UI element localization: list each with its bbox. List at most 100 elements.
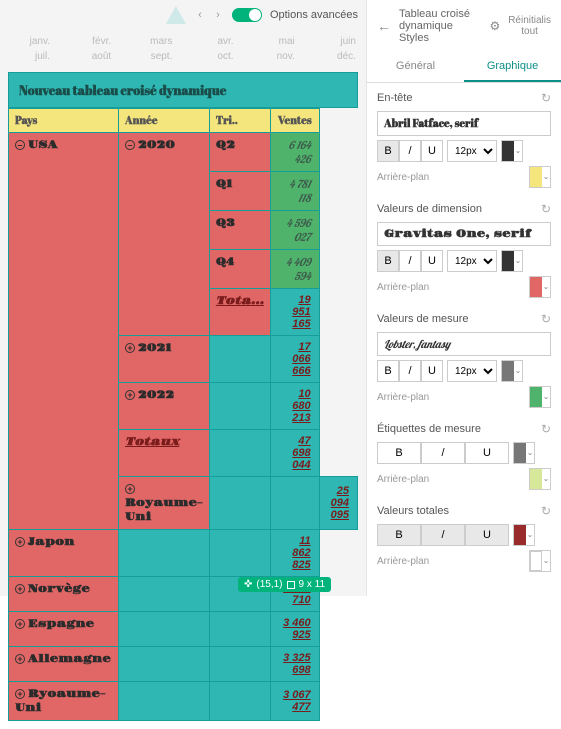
text-color-swatch[interactable]: ⌄ [501,250,523,272]
dim-q[interactable]: Q2 [209,133,270,172]
italic-button[interactable]: / [421,442,465,464]
font-select[interactable]: Lobster, fantasy [377,332,551,356]
pivot-title: Nouveau tableau croisé dynamique [8,72,358,108]
month[interactable]: déc. [316,51,356,62]
bold-button[interactable]: B [377,250,399,272]
font-select[interactable]: Gravitas One, serif [377,222,551,246]
year-total: 19 951 165 [270,289,319,336]
section-measure-labels-style: Étiquettes de mesure↻ B/U ⌄ Arrière-plan… [377,422,551,490]
italic-button[interactable]: / [399,140,421,162]
month[interactable]: nov. [255,51,295,62]
expand-icon[interactable]: + [15,689,25,699]
month[interactable]: févr. [71,36,111,47]
dim-q[interactable]: Q1 [209,172,270,211]
section-totals-style: Valeurs totales↻ B/U ⌄ Arrière-plan⌄ [377,504,551,572]
reset-icon[interactable]: ↻ [541,504,551,518]
reset-icon[interactable]: ↻ [541,202,551,216]
panel-title: Tableau croisé dynamique Styles [399,8,481,44]
bg-color-swatch[interactable]: ⌄ [529,468,551,490]
prev-icon[interactable]: ‹ [194,9,206,21]
col-country[interactable]: Pays [9,109,119,133]
month[interactable]: avr. [194,36,234,47]
text-color-swatch[interactable]: ⌄ [513,524,535,546]
underline-button[interactable]: U [465,442,509,464]
dim-country[interactable]: +Allemagne [9,647,119,682]
dim-country[interactable]: +Ryoaume-Uni [9,682,119,721]
underline-button[interactable]: U [421,250,443,272]
month[interactable]: sept. [132,51,172,62]
bg-color-swatch[interactable]: ⌄ [529,550,551,572]
bold-button[interactable]: B [377,360,399,382]
bold-button[interactable]: B [377,442,421,464]
month[interactable]: juin [316,36,356,47]
panel-tabs: Général Graphique [367,52,561,83]
chart-type-icon[interactable] [166,6,186,24]
italic-button[interactable]: / [421,524,465,546]
biu-group: B / U [377,140,443,162]
collapse-icon[interactable]: – [125,140,135,150]
dim-q[interactable]: Q3 [209,211,270,250]
section-header-style: En-tête↻ Abril Fatface, serif B / U 12px… [377,91,551,188]
font-size-select[interactable]: 12px [447,360,497,382]
month[interactable]: mars [132,36,172,47]
text-color-swatch[interactable]: ⌄ [501,140,523,162]
month[interactable]: août [71,51,111,62]
bold-button[interactable]: B [377,140,399,162]
reset-icon[interactable]: ↻ [541,312,551,326]
month[interactable]: oct. [194,51,234,62]
reset-icon[interactable]: ↻ [541,422,551,436]
month[interactable]: janv. [10,36,50,47]
dim-year[interactable]: +2022 [119,383,210,430]
reset-all-button[interactable]: Réinitialistout [508,15,551,37]
expand-icon[interactable]: + [125,343,135,353]
underline-button[interactable]: U [421,360,443,382]
advanced-label: Options avancées [270,9,358,21]
tab-general[interactable]: Général [367,52,464,82]
dim-country[interactable]: +Royaume-Uni [119,477,210,530]
underline-button[interactable]: U [421,140,443,162]
pivot-table[interactable]: Pays Année Tri.. Ventes –USA –2020 Q2 6 … [8,108,358,721]
text-color-swatch[interactable]: ⌄ [501,360,523,382]
expand-icon[interactable]: + [125,484,135,494]
dim-country[interactable]: +Norvège [9,577,119,612]
italic-button[interactable]: / [399,250,421,272]
col-year[interactable]: Année [119,109,210,133]
reset-icon[interactable]: ↻ [541,91,551,105]
month[interactable]: mai [255,36,295,47]
bg-color-swatch[interactable]: ⌄ [529,276,551,298]
val: 4 781 118 [270,172,319,211]
underline-button[interactable]: U [465,524,509,546]
collapse-icon[interactable]: – [15,140,25,150]
italic-button[interactable]: / [399,360,421,382]
expand-icon[interactable]: + [15,619,25,629]
font-size-select[interactable]: 12px [447,140,497,162]
bg-color-swatch[interactable]: ⌄ [529,166,551,188]
advanced-toggle[interactable] [232,8,262,22]
col-sales[interactable]: Ventes [270,109,319,133]
year-total: 10 680 213 [270,383,319,430]
dim-country[interactable]: +Japon [9,530,119,577]
month[interactable]: juil. [10,51,50,62]
dim-country[interactable]: +Espagne [9,612,119,647]
next-icon[interactable]: › [212,9,224,21]
font-size-select[interactable]: 12px [447,250,497,272]
dim-year[interactable]: –2020 [119,133,210,336]
expand-icon[interactable]: + [15,584,25,594]
bg-color-swatch[interactable]: ⌄ [529,386,551,408]
col-tri[interactable]: Tri.. [209,109,270,133]
bold-button[interactable]: B [377,524,421,546]
text-color-swatch[interactable]: ⌄ [513,442,535,464]
expand-icon[interactable]: + [125,390,135,400]
back-icon[interactable]: ← [377,18,391,34]
dim-q[interactable]: Q4 [209,250,270,289]
dim-year[interactable]: +2021 [119,336,210,383]
expand-icon[interactable]: + [15,537,25,547]
dim-country[interactable]: –USA [9,133,119,530]
font-select[interactable]: Abril Fatface, serif [377,111,551,136]
country-total: 47 698 044 [270,430,319,477]
expand-icon[interactable]: + [15,654,25,664]
val: 4 596 027 [270,211,319,250]
top-toolbar: ‹ › Options avancées [0,0,366,30]
tab-graphique[interactable]: Graphique [464,52,561,82]
gear-icon[interactable]: ⚙ [489,19,500,33]
